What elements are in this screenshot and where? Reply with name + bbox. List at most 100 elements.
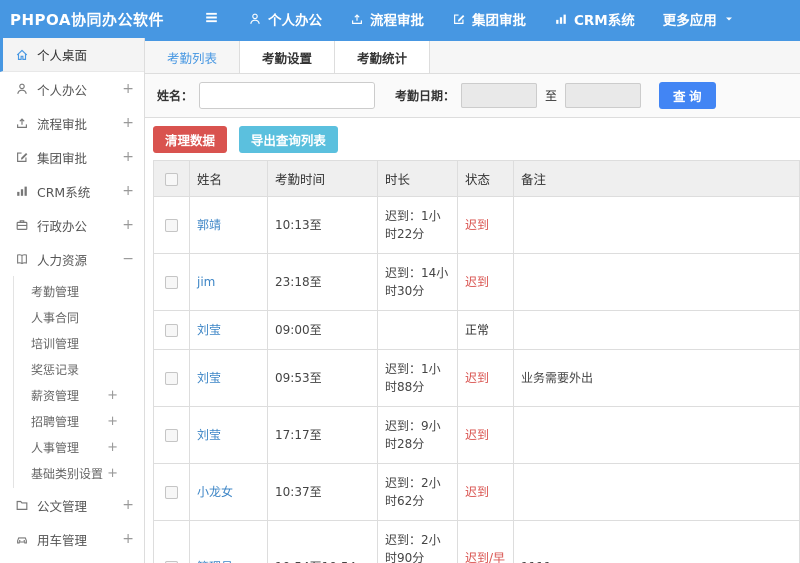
status-cell: 迟到 [457,463,514,521]
sidebar-item-personal-office[interactable]: 个人办公 + [0,72,144,106]
expand-toggle-icon[interactable]: + [122,218,134,232]
expand-toggle-icon[interactable]: + [122,498,134,512]
sidebar-item-document-management[interactable]: 公文管理 + [0,488,144,522]
table-row: jim 23:18至 迟到：14小时30分 迟到 [153,253,800,311]
row-checkbox-cell [153,310,190,350]
note-cell [513,406,800,464]
duration-line: 迟到：1小时88分 [385,362,441,394]
time-cell: 10:54至10:54 [267,520,378,563]
tab-attendance-list[interactable]: 考勤列表 [145,41,241,73]
sidebar-item-group-approval[interactable]: 集团审批 + [0,140,144,174]
topbar: PHPOA协同办公软件 个人办公 流程审批 集团审批 CRM系统 更多应用 [0,0,800,38]
employee-name-link[interactable]: 刘莹 [197,428,221,442]
date-start-input[interactable] [461,83,538,108]
row-checkbox[interactable] [165,372,178,385]
sidebar-subitem-personnel-management[interactable]: 人事管理 + [14,434,144,460]
sidebar-subitem-reward-punishment[interactable]: 奖惩记录 [14,356,144,382]
employee-name-link[interactable]: 郭靖 [197,218,221,232]
sidebar-item-label: 用车管理 [37,532,88,548]
flow-icon [15,116,29,130]
status-badge: 正常 [465,323,490,337]
tab-attendance-settings[interactable]: 考勤设置 [240,41,336,73]
expand-toggle-icon[interactable]: + [122,150,134,164]
expand-toggle-icon[interactable]: + [122,184,134,198]
sidebar-subitem-label: 薪资管理 [31,388,80,403]
chart-icon [554,12,568,26]
sidebar-item-human-resources[interactable]: 人力资源 − [0,242,144,276]
row-checkbox[interactable] [165,276,178,289]
row-checkbox[interactable] [165,429,178,442]
time-cell: 23:18至 [267,253,378,311]
duration-cell: 迟到：2小时62分 [377,463,458,521]
tab-attendance-stats[interactable]: 考勤统计 [335,41,431,73]
search-button[interactable]: 查 询 [659,82,716,109]
clear-data-button[interactable]: 清理数据 [153,126,228,153]
name-cell: 刘莹 [189,406,268,464]
sidebar-item-personal-desktop[interactable]: 个人桌面 [0,38,144,72]
expand-toggle-icon[interactable]: + [107,389,118,402]
column-header-2: 时长 [377,160,458,197]
row-checkbox[interactable] [165,219,178,232]
sidebar-subitem-base-category-settings[interactable]: 基础类别设置 + [14,460,144,486]
table-row: 小龙女 10:37至 迟到：2小时62分 迟到 [153,463,800,521]
employee-name-link[interactable]: 小龙女 [197,485,233,499]
expand-toggle-icon[interactable]: + [122,82,134,96]
topnav-item-personal-office[interactable]: 个人办公 [234,0,336,38]
time-cell: 17:17至 [267,406,378,464]
user-icon [15,82,29,96]
row-checkbox-cell [153,463,190,521]
duration-line: 迟到：1小时22分 [385,209,441,241]
sidebar-subitem-hr-contract[interactable]: 人事合同 [14,304,144,330]
menu-toggle-button[interactable] [203,9,220,29]
table-body: 郭靖 10:13至 迟到：1小时22分 迟到 jim 23:18至 迟到：14小时30分 迟到… [153,196,800,563]
sidebar-subitem-salary-management[interactable]: 薪资管理 + [14,382,144,408]
sidebar-subitem-recruitment-management[interactable]: 招聘管理 + [14,408,144,434]
folder-icon [15,498,29,512]
status-cell: 迟到/早退 [457,520,514,563]
sidebar-item-vehicle-management[interactable]: 用车管理 + [0,522,144,556]
sidebar-subitem-label: 基础类别设置 [31,466,104,481]
sidebar-item-workflow-approval[interactable]: 流程审批 + [0,106,144,140]
sidebar-submenu-human-resources: 考勤管理 人事合同 培训管理 奖惩记录 薪资管理 + 招聘管理 + 人事管理 + 基础类别设置 + [13,276,144,488]
sidebar-item-label: CRM系统 [37,184,91,200]
topnav-item-group-approval[interactable]: 集团审批 [438,0,540,38]
to-label: 至 [545,89,558,103]
topnav-item-more-apps[interactable]: 更多应用 [649,0,749,38]
sidebar-subitem-label: 人事管理 [31,440,80,455]
sidebar-subitem-label: 培训管理 [31,336,80,351]
expand-toggle-icon[interactable]: + [122,532,134,546]
note-cell: 业务需要外出 [513,349,800,407]
sidebar-subitem-training-management[interactable]: 培训管理 [14,330,144,356]
book-icon [15,252,29,266]
export-list-button[interactable]: 导出查询列表 [238,126,338,153]
note-cell [513,463,800,521]
sidebar-item-label: 流程审批 [37,116,88,132]
name-input[interactable] [199,82,376,109]
select-all-checkbox[interactable] [165,173,178,186]
expand-toggle-icon[interactable]: + [107,467,118,480]
car-icon [15,532,29,546]
expand-toggle-icon[interactable]: + [107,415,118,428]
date-end-input[interactable] [565,83,642,108]
employee-name-link[interactable]: 刘莹 [197,371,221,385]
sidebar-item-crm-system[interactable]: CRM系统 + [0,174,144,208]
expand-toggle-icon[interactable]: + [107,441,118,454]
sidebar-subitem-label: 人事合同 [31,310,80,325]
topnav-item-crm-system[interactable]: CRM系统 [540,0,649,38]
duration-cell [377,310,458,350]
status-cell: 迟到 [457,253,514,311]
sidebar: 个人桌面 个人办公 + 流程审批 + 集团审批 + CRM系统 + 行政办公 + 人力资源 − 考勤管理人… [0,38,145,563]
row-checkbox[interactable] [165,324,178,337]
expand-toggle-icon[interactable]: + [122,116,134,130]
status-cell: 迟到 [457,349,514,407]
row-checkbox[interactable] [165,486,178,499]
time-cell: 10:13至 [267,196,378,254]
table-header-row: 姓名 考勤时间 时长 状态 备注 [153,160,800,197]
employee-name-link[interactable]: jim [197,275,215,289]
employee-name-link[interactable]: 刘莹 [197,323,221,337]
topnav-item-workflow-approval[interactable]: 流程审批 [336,0,438,38]
expand-toggle-icon[interactable]: − [122,252,134,266]
status-badge: 迟到 [465,275,490,289]
sidebar-item-admin-office[interactable]: 行政办公 + [0,208,144,242]
sidebar-subitem-attendance-management[interactable]: 考勤管理 [14,278,144,304]
